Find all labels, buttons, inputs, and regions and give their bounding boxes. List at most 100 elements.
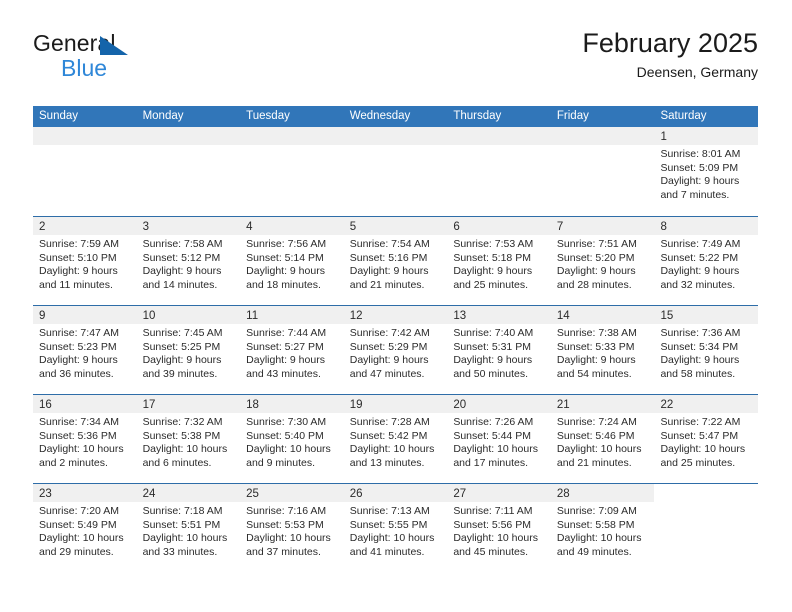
day-details: Sunrise: 7:16 AM Sunset: 5:53 PM Daylight:…	[240, 502, 344, 559]
calendar-day-cell[interactable]: 8 Sunrise: 7:49 AM Sunset: 5:22 PM Daylight…	[654, 217, 759, 305]
calendar-weeks: 1 Sunrise: 8:01 AM Sunset: 5:09 PM Daylight…	[33, 127, 759, 572]
sunrise-text: Sunrise: 7:11 AM	[453, 505, 533, 517]
sunrise-text: Sunrise: 7:38 AM	[556, 327, 637, 339]
daylight-text-line2: and 21 minutes.	[556, 456, 632, 469]
day-details: Sunrise: 7:38 AM Sunset: 5:33 PM Daylight:…	[551, 324, 655, 381]
calendar-day-cell[interactable]: 15 Sunrise: 7:36 AM Sunset: 5:34 PM Dayligh…	[654, 306, 759, 394]
calendar-day-cell[interactable]: 4 Sunrise: 7:56 AM Sunset: 5:14 PM Daylight…	[240, 217, 344, 305]
daylight-text-line2: and 11 minutes.	[39, 278, 113, 291]
page-title: February 2025	[582, 28, 758, 58]
calendar-day-cell[interactable]: 12 Sunrise: 7:42 AM Sunset: 5:29 PM Dayligh…	[343, 306, 448, 394]
day-number: 27	[453, 488, 467, 500]
day-details: Sunrise: 7:42 AM Sunset: 5:29 PM Daylight:…	[344, 324, 448, 381]
sunrise-text: Sunrise: 7:54 AM	[349, 238, 430, 250]
day-number-band: 20	[447, 395, 551, 413]
day-number: 12	[349, 310, 363, 322]
day-details: Sunrise: 7:49 AM Sunset: 5:22 PM Daylight:…	[654, 235, 758, 292]
day-details: Sunrise: 7:44 AM Sunset: 5:27 PM Daylight:…	[240, 324, 344, 381]
calendar-blank-cell	[654, 484, 759, 572]
day-number-band: 1	[654, 127, 759, 145]
sunset-text: Sunset: 5:47 PM	[660, 429, 739, 442]
sunrise-text: Sunrise: 7:59 AM	[39, 238, 119, 250]
daylight-text-line1: Daylight: 9 hours	[142, 354, 222, 367]
daylight-text-line1: Daylight: 9 hours	[39, 354, 118, 367]
sunrise-text: Sunrise: 7:47 AM	[39, 327, 119, 339]
calendar-empty-cell	[550, 127, 655, 216]
daylight-text-line2: and 25 minutes.	[453, 278, 529, 291]
daylight-text-line2: and 49 minutes.	[556, 545, 632, 558]
sunrise-text: Sunrise: 7:30 AM	[246, 416, 327, 428]
day-number-band: 6	[447, 217, 551, 235]
calendar-day-cell[interactable]: 9 Sunrise: 7:47 AM Sunset: 5:23 PM Daylight…	[33, 306, 137, 394]
weekday-header-tuesday: Tuesday	[246, 110, 290, 122]
daylight-text-line2: and 54 minutes.	[556, 367, 632, 380]
calendar-day-cell[interactable]: 17 Sunrise: 7:32 AM Sunset: 5:38 PM Dayligh…	[136, 395, 241, 483]
calendar-day-cell[interactable]: 6 Sunrise: 7:53 AM Sunset: 5:18 PM Daylight…	[447, 217, 551, 305]
weekday-header-friday: Friday	[556, 110, 589, 122]
day-number: 4	[246, 221, 253, 233]
calendar-day-cell[interactable]: 22 Sunrise: 7:22 AM Sunset: 5:47 PM Dayligh…	[654, 395, 759, 483]
daylight-text-line2: and 43 minutes.	[246, 367, 321, 380]
calendar-day-cell[interactable]: 16 Sunrise: 7:34 AM Sunset: 5:36 PM Dayligh…	[33, 395, 137, 483]
calendar-day-cell[interactable]: 1 Sunrise: 8:01 AM Sunset: 5:09 PM Daylight…	[654, 127, 759, 216]
calendar-week-row: 23 Sunrise: 7:20 AM Sunset: 5:49 PM Dayligh…	[33, 483, 759, 572]
day-details: Sunrise: 7:22 AM Sunset: 5:47 PM Daylight:…	[654, 413, 758, 470]
day-details: Sunrise: 8:01 AM Sunset: 5:09 PM Daylight:…	[654, 145, 758, 202]
calendar-empty-cell	[240, 127, 344, 216]
calendar-day-cell[interactable]: 20 Sunrise: 7:26 AM Sunset: 5:44 PM Dayligh…	[447, 395, 551, 483]
sunset-text: Sunset: 5:22 PM	[660, 251, 739, 264]
calendar-day-cell[interactable]: 25 Sunrise: 7:16 AM Sunset: 5:53 PM Dayligh…	[240, 484, 344, 572]
day-number: 15	[660, 310, 674, 322]
daylight-text-line2: and 37 minutes.	[246, 545, 321, 558]
day-number-band	[240, 127, 344, 145]
calendar-day-cell[interactable]: 10 Sunrise: 7:45 AM Sunset: 5:25 PM Dayligh…	[136, 306, 241, 394]
calendar-day-cell[interactable]: 3 Sunrise: 7:58 AM Sunset: 5:12 PM Daylight…	[136, 217, 241, 305]
day-details: Sunrise: 7:59 AM Sunset: 5:10 PM Daylight:…	[33, 235, 137, 292]
calendar-day-cell[interactable]: 27 Sunrise: 7:11 AM Sunset: 5:56 PM Dayligh…	[447, 484, 551, 572]
day-number-band: 9	[33, 306, 137, 324]
day-number-band	[136, 127, 241, 145]
sunset-text: Sunset: 5:36 PM	[39, 429, 117, 442]
calendar-day-cell[interactable]: 2 Sunrise: 7:59 AM Sunset: 5:10 PM Daylight…	[33, 217, 137, 305]
daylight-text-line1: Daylight: 10 hours	[556, 443, 642, 456]
day-details: Sunrise: 7:40 AM Sunset: 5:31 PM Daylight:…	[447, 324, 551, 381]
calendar-day-cell[interactable]: 5 Sunrise: 7:54 AM Sunset: 5:16 PM Daylight…	[343, 217, 448, 305]
daylight-text-line2: and 50 minutes.	[453, 367, 529, 380]
day-number-band	[343, 127, 448, 145]
sunset-text: Sunset: 5:44 PM	[453, 429, 531, 442]
calendar-day-cell[interactable]: 23 Sunrise: 7:20 AM Sunset: 5:49 PM Dayligh…	[33, 484, 137, 572]
daylight-text-line1: Daylight: 9 hours	[660, 354, 740, 367]
calendar-day-cell[interactable]: 28 Sunrise: 7:09 AM Sunset: 5:58 PM Dayligh…	[550, 484, 655, 572]
day-details: Sunrise: 7:13 AM Sunset: 5:55 PM Daylight:…	[344, 502, 448, 559]
daylight-text-line1: Daylight: 10 hours	[453, 443, 538, 456]
calendar-day-cell[interactable]: 19 Sunrise: 7:28 AM Sunset: 5:42 PM Dayligh…	[343, 395, 448, 483]
sunrise-text: Sunrise: 7:32 AM	[142, 416, 223, 428]
daylight-text-line2: and 28 minutes.	[556, 278, 632, 291]
calendar-day-cell[interactable]: 11 Sunrise: 7:44 AM Sunset: 5:27 PM Dayligh…	[240, 306, 344, 394]
sunrise-text: Sunrise: 7:51 AM	[556, 238, 637, 250]
sunset-text: Sunset: 5:40 PM	[246, 429, 324, 442]
daylight-text-line1: Daylight: 10 hours	[349, 532, 435, 545]
day-number-band: 22	[654, 395, 759, 413]
day-number-band: 8	[654, 217, 759, 235]
daylight-text-line1: Daylight: 10 hours	[246, 532, 331, 545]
day-number: 19	[349, 399, 363, 411]
calendar-day-cell[interactable]: 7 Sunrise: 7:51 AM Sunset: 5:20 PM Daylight…	[550, 217, 655, 305]
calendar-day-cell[interactable]: 13 Sunrise: 7:40 AM Sunset: 5:31 PM Dayligh…	[447, 306, 551, 394]
calendar-day-cell[interactable]: 24 Sunrise: 7:18 AM Sunset: 5:51 PM Dayligh…	[136, 484, 241, 572]
day-number-band: 26	[343, 484, 448, 502]
day-number-band: 7	[550, 217, 655, 235]
day-number-band: 21	[550, 395, 655, 413]
calendar-day-cell[interactable]: 18 Sunrise: 7:30 AM Sunset: 5:40 PM Dayligh…	[240, 395, 344, 483]
day-details: Sunrise: 7:45 AM Sunset: 5:25 PM Daylight:…	[137, 324, 241, 381]
calendar-day-cell[interactable]: 21 Sunrise: 7:24 AM Sunset: 5:46 PM Dayligh…	[550, 395, 655, 483]
day-number: 21	[556, 399, 570, 411]
day-number: 2	[39, 221, 46, 233]
daylight-text-line2: and 6 minutes.	[142, 456, 212, 469]
weekday-header-sunday: Sunday	[39, 110, 79, 122]
calendar-day-cell[interactable]: 14 Sunrise: 7:38 AM Sunset: 5:33 PM Dayligh…	[550, 306, 655, 394]
sunset-text: Sunset: 5:12 PM	[142, 251, 221, 264]
calendar-day-cell[interactable]: 26 Sunrise: 7:13 AM Sunset: 5:55 PM Dayligh…	[343, 484, 448, 572]
sunrise-text: Sunrise: 7:34 AM	[39, 416, 119, 428]
location-subtitle: Deensen, Germany	[636, 64, 758, 81]
